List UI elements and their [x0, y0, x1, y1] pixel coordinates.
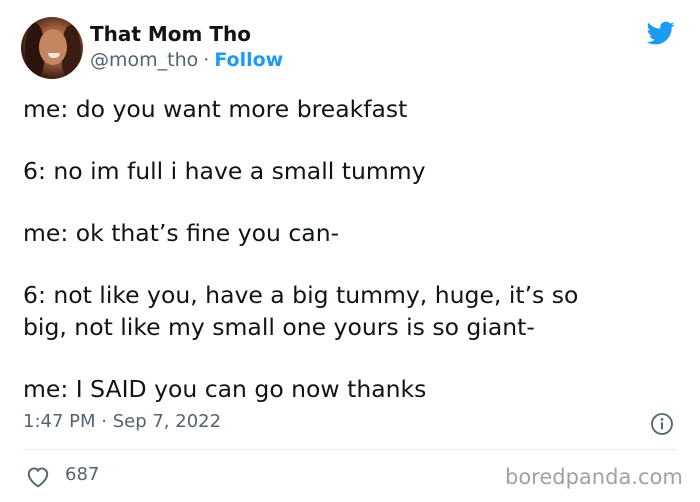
tweet-line: big, not like my small one yours is so g…: [23, 313, 535, 341]
tweet-body: me: do you want more breakfast 6: no im …: [23, 93, 663, 405]
avatar[interactable]: [21, 17, 83, 79]
separator-dot: ·: [203, 49, 210, 71]
author-display-name[interactable]: That Mom Tho: [90, 22, 251, 46]
tweet-card: That Mom Tho @mom_tho · Follow me: do you …: [0, 0, 700, 502]
watermark: boredpanda.com: [505, 465, 683, 489]
tweet-line: 6: no im full i have a small tummy: [23, 157, 426, 185]
author-handle-row: @mom_tho · Follow: [90, 49, 283, 71]
author-handle[interactable]: @mom_tho: [90, 49, 198, 71]
divider: [23, 449, 677, 450]
tweet-line: me: ok that’s fine you can-: [23, 219, 340, 247]
heart-icon[interactable]: [25, 464, 51, 488]
twitter-bird-icon[interactable]: [645, 19, 677, 47]
tweet-line: me: I SAID you can go now thanks: [23, 375, 427, 403]
tweet-line: me: do you want more breakfast: [23, 95, 408, 123]
follow-button[interactable]: Follow: [214, 49, 283, 71]
like-count: 687: [65, 464, 100, 485]
tweet-line: 6: not like you, have a big tummy, huge,…: [23, 281, 579, 309]
info-icon[interactable]: [650, 412, 674, 436]
tweet-timestamp[interactable]: 1:47 PM · Sep 7, 2022: [23, 411, 221, 432]
